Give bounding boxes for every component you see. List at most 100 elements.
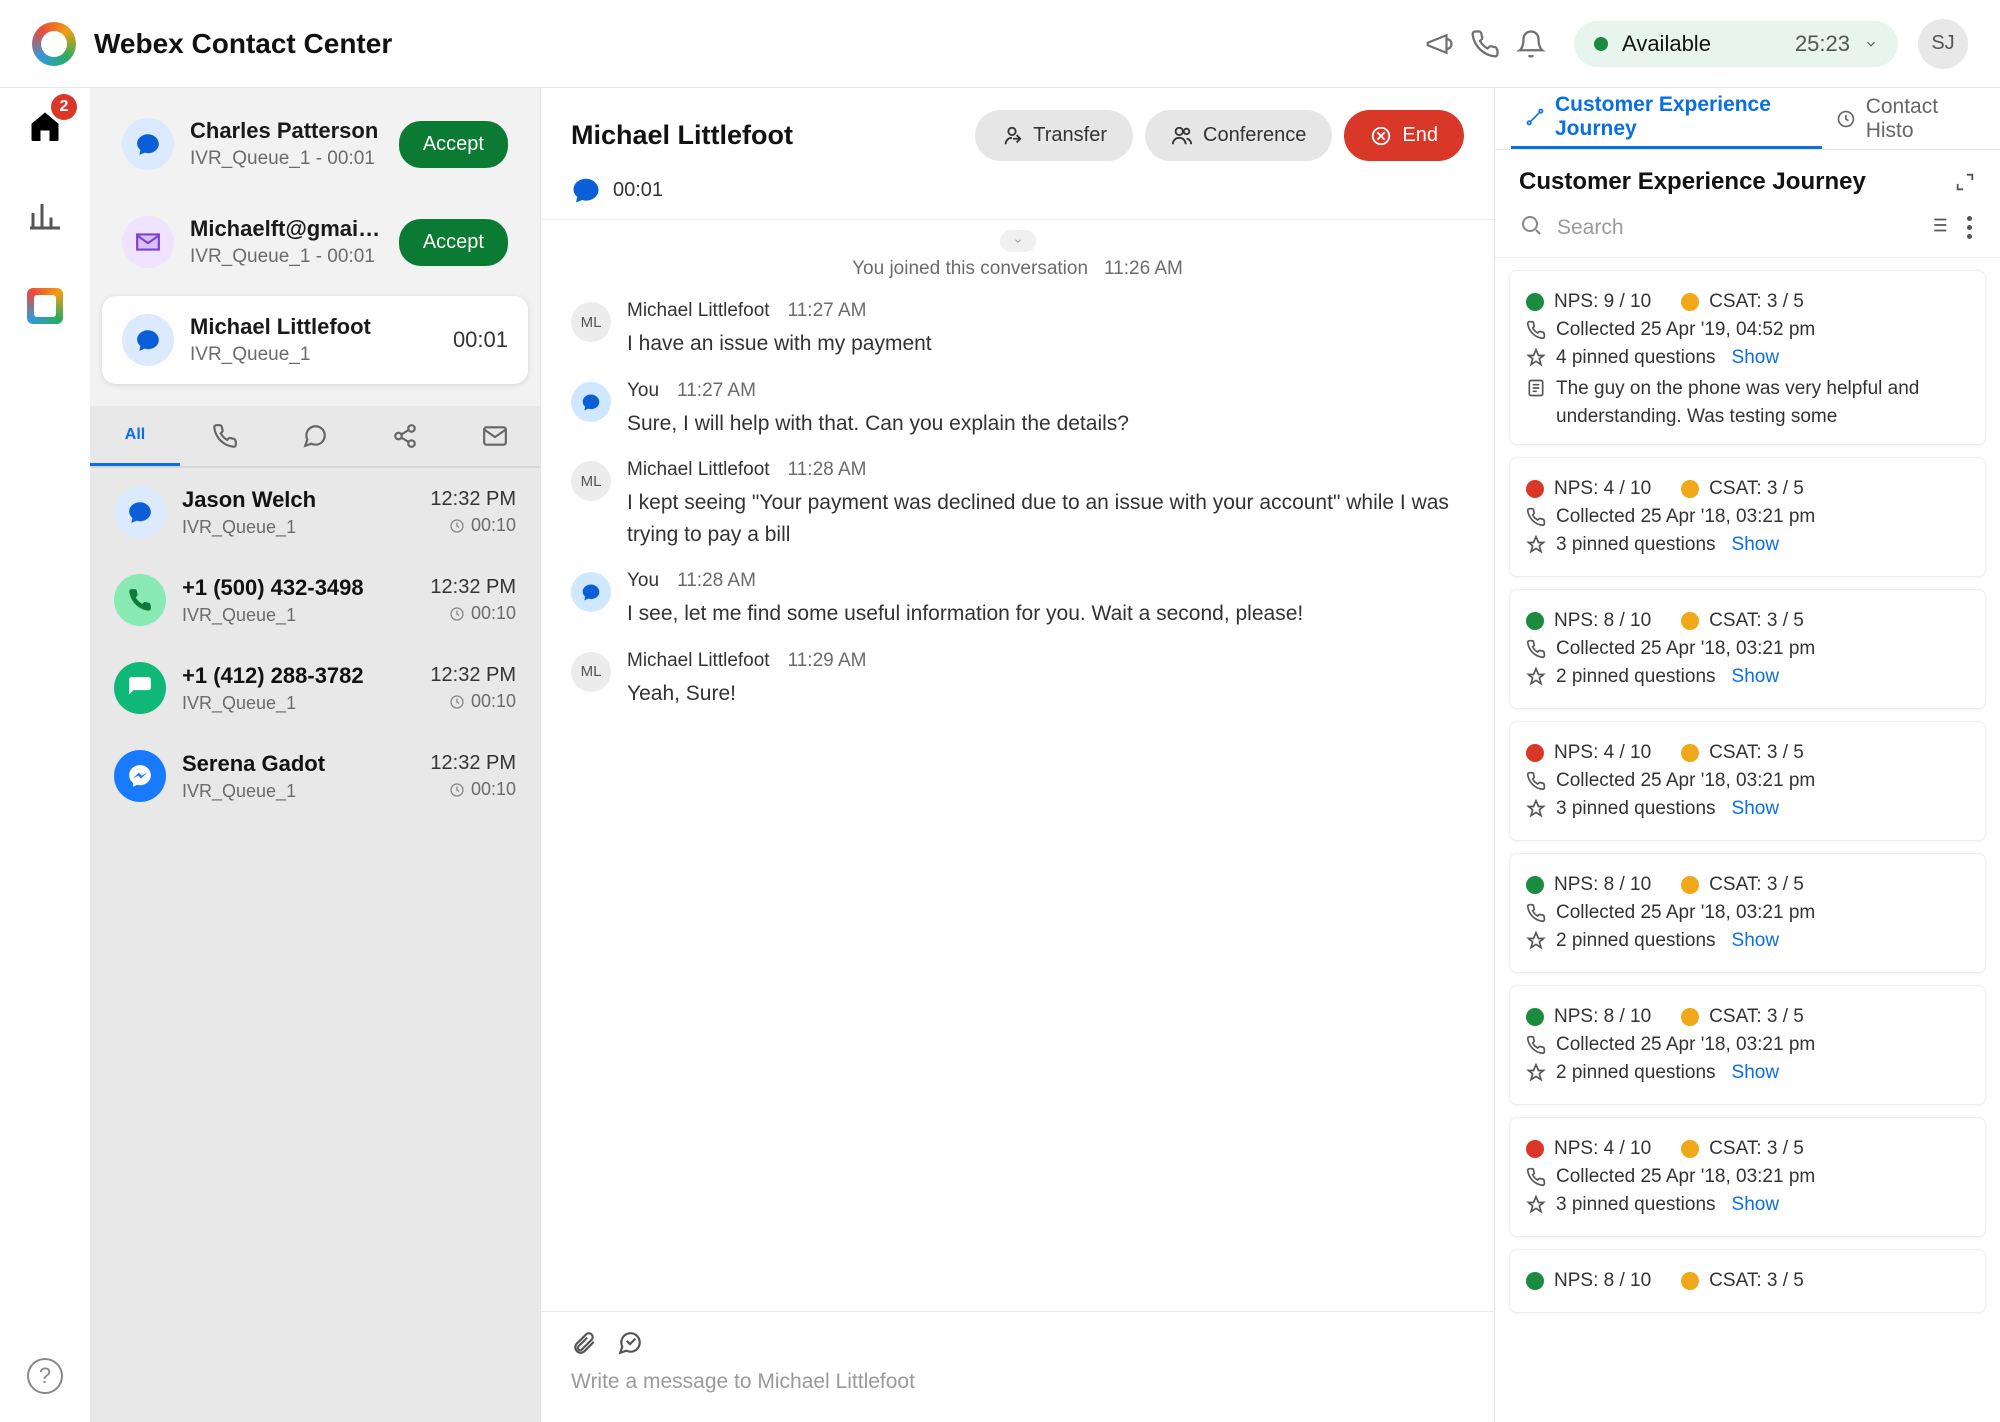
csat-label: CSAT: 3 / 5 bbox=[1709, 1270, 1804, 1292]
availability-selector[interactable]: Available 25:23 bbox=[1574, 21, 1898, 67]
history-tab-email[interactable] bbox=[450, 406, 540, 466]
collected-text: Collected 25 Apr '18, 03:21 pm bbox=[1556, 902, 1815, 924]
quick-reply-icon[interactable] bbox=[617, 1330, 643, 1356]
history-tabs: All bbox=[90, 406, 540, 468]
incoming-task[interactable]: Charles Patterson IVR_Queue_1 - 00:01 Ac… bbox=[102, 100, 528, 188]
collected-text: Collected 25 Apr '18, 03:21 pm bbox=[1556, 770, 1815, 792]
nps-dot-icon bbox=[1526, 612, 1544, 630]
history-tab-social[interactable] bbox=[360, 406, 450, 466]
conversation-body: You joined this conversation11:26 AM ML … bbox=[541, 220, 1494, 1311]
app-title: Webex Contact Center bbox=[94, 28, 1416, 60]
csat-dot-icon bbox=[1681, 744, 1699, 762]
nps-dot-icon bbox=[1526, 1008, 1544, 1026]
attach-icon[interactable] bbox=[571, 1330, 597, 1356]
nav-analytics[interactable] bbox=[17, 188, 73, 244]
message-sender: Michael Littlefoot bbox=[627, 650, 770, 671]
announcement-icon[interactable] bbox=[1416, 21, 1462, 67]
journey-card[interactable]: NPS: 8 / 10 CSAT: 3 / 5 bbox=[1509, 1249, 1986, 1313]
history-item[interactable]: Jason Welch IVR_Queue_1 12:32 PM 00:10 bbox=[90, 468, 540, 556]
expand-icon[interactable] bbox=[1954, 171, 1976, 193]
history-tab-all[interactable]: All bbox=[90, 406, 180, 466]
nav-home[interactable]: 2 bbox=[17, 98, 73, 154]
message-sender: You bbox=[627, 570, 659, 591]
history-list: Jason Welch IVR_Queue_1 12:32 PM 00:10 +… bbox=[90, 468, 540, 1422]
end-button[interactable]: End bbox=[1344, 110, 1464, 161]
help-button[interactable]: ? bbox=[27, 1358, 63, 1394]
header: Webex Contact Center Available 25:23 SJ bbox=[0, 0, 2000, 88]
task-sub: IVR_Queue_1 - 00:01 bbox=[190, 246, 383, 268]
history-tab-calls[interactable] bbox=[180, 406, 270, 466]
message-text: I kept seeing "Your payment was declined… bbox=[627, 487, 1464, 550]
nps-label: NPS: 8 / 10 bbox=[1554, 610, 1651, 632]
csat-dot-icon bbox=[1681, 480, 1699, 498]
journey-search-input[interactable] bbox=[1557, 216, 1913, 240]
message-time: 11:27 AM bbox=[677, 380, 756, 401]
csat-dot-icon bbox=[1681, 1140, 1699, 1158]
history-tab-chat[interactable] bbox=[270, 406, 360, 466]
msgr-icon bbox=[114, 750, 166, 802]
pinned-text: 3 pinned questions bbox=[1556, 534, 1716, 556]
show-link[interactable]: Show bbox=[1732, 534, 1780, 556]
tab-contact-history[interactable]: Contact Histo bbox=[1822, 88, 1984, 149]
message-time: 11:27 AM bbox=[788, 300, 867, 321]
nps-label: NPS: 4 / 10 bbox=[1554, 742, 1651, 764]
show-link[interactable]: Show bbox=[1732, 798, 1780, 820]
pinned-text: 2 pinned questions bbox=[1556, 666, 1716, 688]
show-link[interactable]: Show bbox=[1732, 1194, 1780, 1216]
availability-label: Available bbox=[1622, 31, 1711, 57]
message-text: Sure, I will help with that. Can you exp… bbox=[627, 408, 1464, 440]
tab-customer-journey[interactable]: Customer Experience Journey bbox=[1511, 88, 1822, 149]
task-timer: 00:01 bbox=[453, 327, 508, 353]
journey-card[interactable]: NPS: 4 / 10 CSAT: 3 / 5 Collected 25 Apr… bbox=[1509, 1117, 1986, 1237]
bell-icon[interactable] bbox=[1508, 21, 1554, 67]
journey-card[interactable]: NPS: 4 / 10 CSAT: 3 / 5 Collected 25 Apr… bbox=[1509, 457, 1986, 577]
task-name: Michaelft@gmail.c.. bbox=[190, 216, 383, 242]
nav-badge: 2 bbox=[51, 94, 77, 120]
show-link[interactable]: Show bbox=[1732, 666, 1780, 688]
sort-icon[interactable] bbox=[1927, 214, 1949, 241]
message-input[interactable] bbox=[571, 1370, 1464, 1394]
journey-card[interactable]: NPS: 4 / 10 CSAT: 3 / 5 Collected 25 Apr… bbox=[1509, 721, 1986, 841]
nps-label: NPS: 4 / 10 bbox=[1554, 1138, 1651, 1160]
incoming-task[interactable]: Michaelft@gmail.c.. IVR_Queue_1 - 00:01 … bbox=[102, 198, 528, 286]
journey-card[interactable]: NPS: 9 / 10 CSAT: 3 / 5 Collected 25 Apr… bbox=[1509, 270, 1986, 445]
transfer-button[interactable]: Transfer bbox=[975, 110, 1133, 161]
history-name: +1 (412) 288-3782 bbox=[182, 663, 414, 689]
history-name: Serena Gadot bbox=[182, 751, 414, 777]
phone-icon[interactable] bbox=[1462, 21, 1508, 67]
transfer-label: Transfer bbox=[1033, 124, 1107, 147]
journey-card[interactable]: NPS: 8 / 10 CSAT: 3 / 5 Collected 25 Apr… bbox=[1509, 985, 1986, 1105]
user-avatar[interactable]: SJ bbox=[1918, 19, 1968, 69]
email-icon bbox=[122, 216, 174, 268]
collected-text: Collected 25 Apr '18, 03:21 pm bbox=[1556, 506, 1815, 528]
accept-button[interactable]: Accept bbox=[399, 219, 508, 266]
show-link[interactable]: Show bbox=[1732, 1062, 1780, 1084]
message: ML Michael Littlefoot11:28 AM I kept see… bbox=[571, 459, 1464, 550]
active-task[interactable]: Michael Littlefoot IVR_Queue_1 00:01 bbox=[102, 296, 528, 384]
history-item[interactable]: Serena Gadot IVR_Queue_1 12:32 PM 00:10 bbox=[90, 732, 540, 820]
task-panel: Charles Patterson IVR_Queue_1 - 00:01 Ac… bbox=[90, 88, 540, 1422]
history-duration: 00:10 bbox=[430, 603, 516, 624]
conference-button[interactable]: Conference bbox=[1145, 110, 1332, 161]
message: ML Michael Littlefoot11:29 AM Yeah, Sure… bbox=[571, 650, 1464, 710]
history-time: 12:32 PM bbox=[430, 576, 516, 599]
message-time: 11:29 AM bbox=[788, 650, 867, 671]
expand-toggle[interactable] bbox=[1000, 230, 1036, 252]
show-link[interactable]: Show bbox=[1732, 930, 1780, 952]
show-link[interactable]: Show bbox=[1732, 347, 1780, 369]
history-item[interactable]: +1 (500) 432-3498 IVR_Queue_1 12:32 PM 0… bbox=[90, 556, 540, 644]
chat-icon bbox=[114, 486, 166, 538]
nav-logo[interactable] bbox=[17, 278, 73, 334]
comment-text: The guy on the phone was very helpful an… bbox=[1556, 375, 1969, 430]
journey-card[interactable]: NPS: 8 / 10 CSAT: 3 / 5 Collected 25 Apr… bbox=[1509, 853, 1986, 973]
history-item[interactable]: +1 (412) 288-3782 IVR_Queue_1 12:32 PM 0… bbox=[90, 644, 540, 732]
accept-button[interactable]: Accept bbox=[399, 121, 508, 168]
nps-label: NPS: 4 / 10 bbox=[1554, 478, 1651, 500]
agent-avatar-icon bbox=[571, 382, 611, 422]
nps-dot-icon bbox=[1526, 876, 1544, 894]
journey-card[interactable]: NPS: 8 / 10 CSAT: 3 / 5 Collected 25 Apr… bbox=[1509, 589, 1986, 709]
nps-label: NPS: 8 / 10 bbox=[1554, 1270, 1651, 1292]
conversation-panel: Michael Littlefoot Transfer Conference E… bbox=[540, 88, 1495, 1422]
more-menu[interactable] bbox=[1963, 212, 1976, 243]
csat-dot-icon bbox=[1681, 293, 1699, 311]
